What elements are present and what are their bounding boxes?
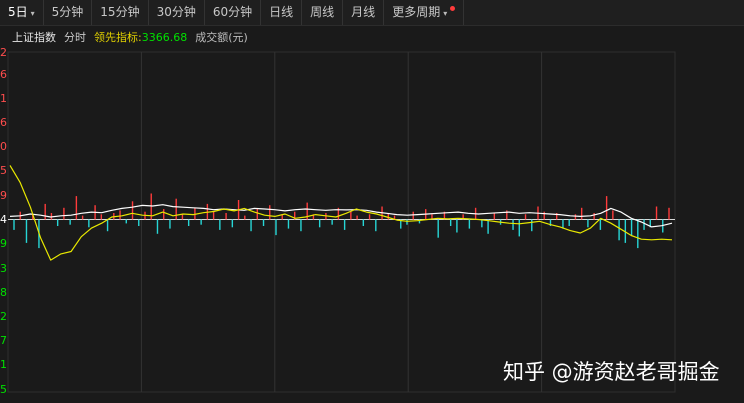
index-price-line bbox=[9, 204, 673, 228]
y-axis-tick-label: 1 bbox=[0, 92, 7, 105]
intraday-chart[interactable]: 2 6 1 6 0 5 9 4 9 3 8 2 7 1 5 bbox=[0, 0, 744, 403]
y-axis-tick-label: 3 bbox=[0, 262, 7, 275]
watermark: 知乎 @游资赵老哥掘金 bbox=[503, 360, 720, 384]
leading-indicator-line bbox=[9, 165, 673, 261]
y-axis-tick-label: 9 bbox=[0, 189, 7, 202]
y-axis-tick-label: 8 bbox=[0, 286, 7, 299]
y-axis-tick-label: 5 bbox=[0, 383, 7, 396]
y-axis-tick-label: 9 bbox=[0, 237, 7, 250]
y-axis-tick-label: 6 bbox=[0, 68, 7, 81]
y-axis-tick-label: 5 bbox=[0, 164, 7, 177]
y-axis-tick-label: 6 bbox=[0, 116, 7, 129]
y-axis-tick-label: 2 bbox=[0, 310, 7, 323]
y-axis-tick-label: 2 bbox=[0, 46, 7, 59]
y-axis-tick-label: 0 bbox=[0, 140, 7, 153]
y-axis-tick-label: 1 bbox=[0, 358, 7, 371]
y-axis-tick-label: 4 bbox=[0, 213, 7, 226]
y-axis-tick-label: 7 bbox=[0, 334, 7, 347]
